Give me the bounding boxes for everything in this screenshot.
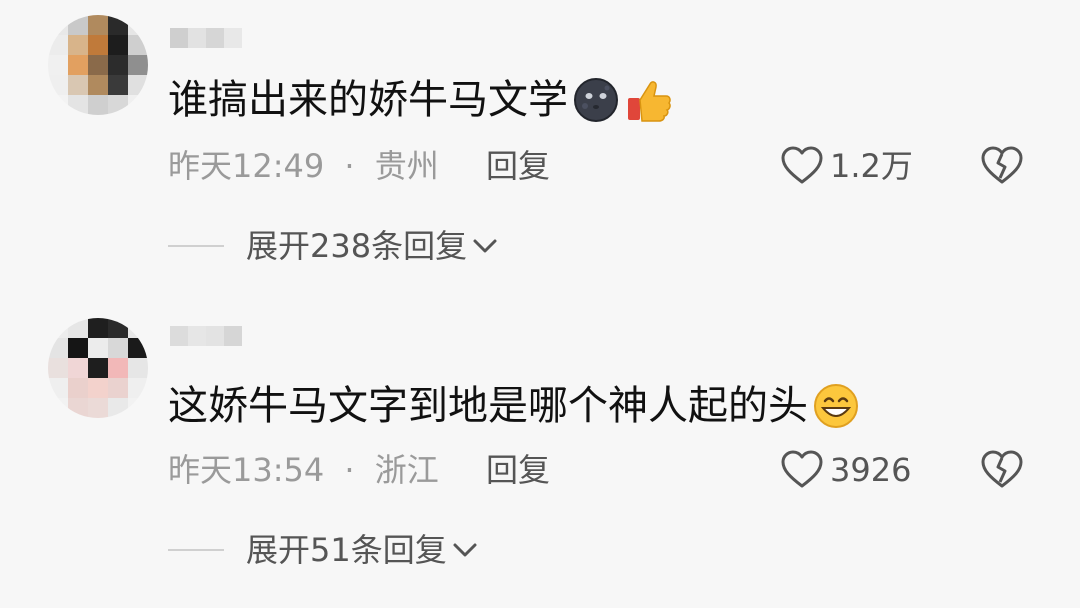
- comment-item: 这娇牛马文字到地是哪个神人起的头 昨天13:54 · 浙江 回复 3926 展开…: [0, 0, 1080, 608]
- reply-button[interactable]: 回复: [486, 450, 550, 490]
- like-count: 3926: [830, 451, 912, 489]
- avatar[interactable]: [48, 318, 148, 418]
- comment-time: 昨天13:54: [168, 451, 325, 489]
- chevron-down-icon: [453, 543, 477, 557]
- expand-replies-label: 展开51条回复: [246, 531, 447, 569]
- comment-location: 浙江: [374, 451, 439, 489]
- grinning-face-emoji: [814, 384, 858, 428]
- comment-text: 这娇牛马文字到地是哪个神人起的头: [168, 382, 860, 430]
- comment-meta: 昨天13:54 · 浙江: [168, 450, 439, 490]
- comment-list: 谁搞出来的娇牛马文学 昨天12:49 · 贵州 回复 1.2万 展开238条回复…: [0, 0, 1080, 608]
- broken-heart-icon[interactable]: [980, 450, 1024, 490]
- heart-icon: [781, 450, 823, 488]
- expand-replies-button[interactable]: 展开51条回复: [168, 530, 479, 570]
- like-button[interactable]: 3926: [780, 450, 911, 490]
- expand-divider: [168, 549, 224, 551]
- username[interactable]: [170, 326, 242, 346]
- meta-separator: ·: [344, 451, 355, 489]
